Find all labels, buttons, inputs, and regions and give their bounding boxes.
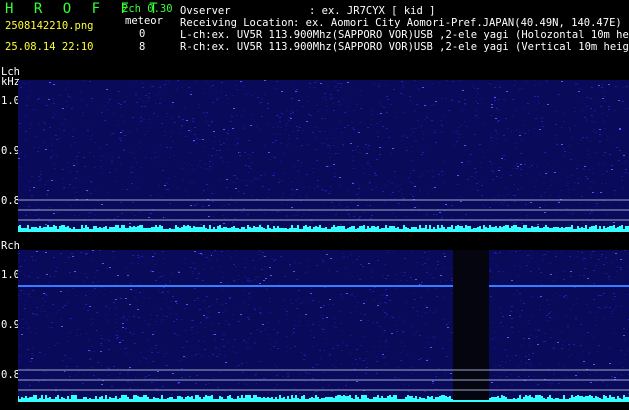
lch-meteor-count: 0 <box>139 28 146 40</box>
observer-value: : ex. JR7CYX [ kid ] <box>309 5 436 17</box>
lch-info: L-ch:ex. UV5R 113.900Mhz(SAPPORO VOR)USB… <box>180 29 629 41</box>
lch-spectrogram <box>18 80 629 232</box>
rch-info: R-ch:ex. UV5R 113.900Mhz(SAPPORO VOR)USB… <box>180 41 629 53</box>
version-label: 2ch 0.30 <box>122 3 173 15</box>
rch-spectrogram-canvas <box>18 250 629 402</box>
location-label: Receiving Location <box>180 17 294 29</box>
meteor-label: meteor <box>125 15 163 27</box>
filename-label: 2508142210.png <box>5 20 94 32</box>
rch-meteor-count: 8 <box>139 41 146 53</box>
datetime-label: 25.08.14 22:10 <box>5 41 94 53</box>
observer-label: Ovserver <box>180 5 231 17</box>
location-value: : ex. Aomori City Aomori-Pref.JAPAN(40.4… <box>293 17 622 29</box>
rch-spectrogram <box>18 250 629 402</box>
rch-gap-block <box>453 250 489 402</box>
lch-spectrogram-canvas <box>18 80 629 232</box>
